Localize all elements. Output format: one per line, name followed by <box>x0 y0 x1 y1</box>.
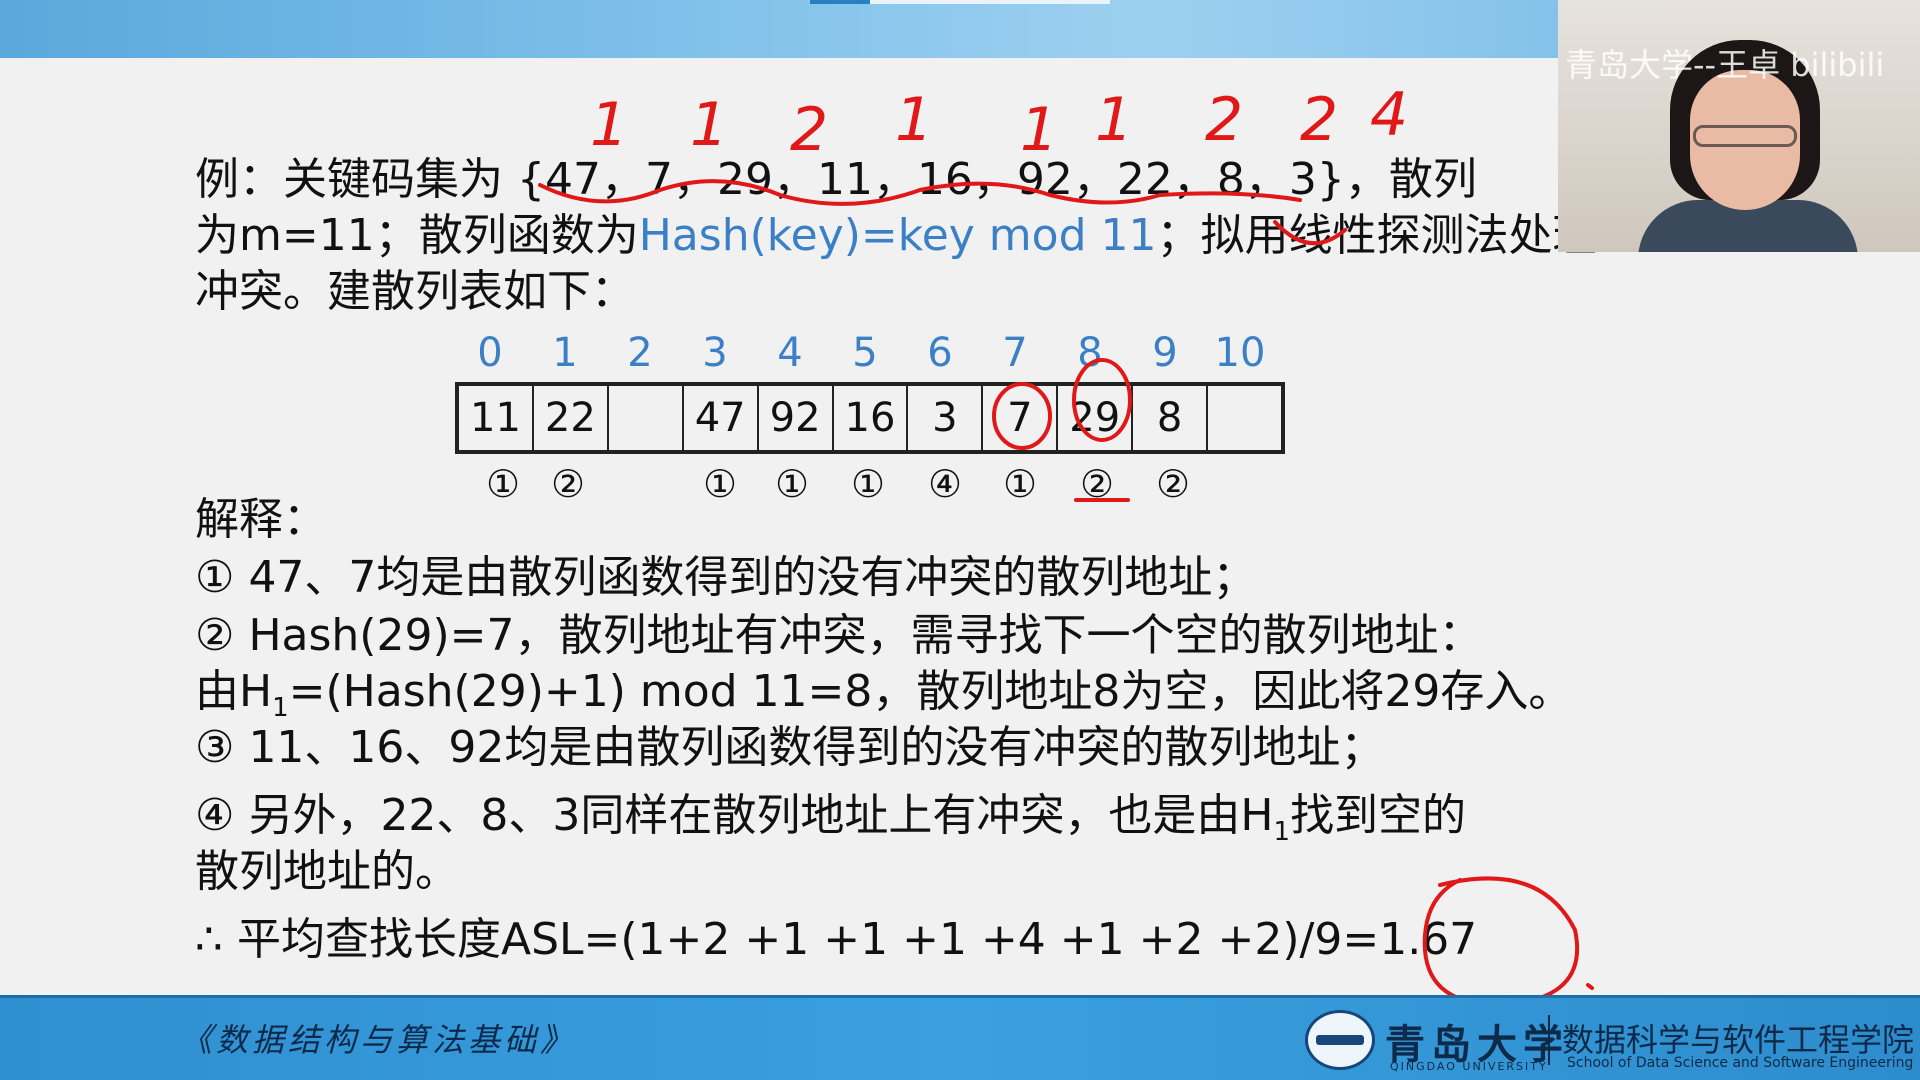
video-watermark: 青岛大学--王卓 bilibili <box>1565 46 1885 84</box>
course-title: 《数据结构与算法基础》 <box>180 1021 577 1059</box>
top-annotation-number: 4 <box>1370 80 1408 150</box>
top-annotation-number: 1 <box>1020 95 1058 165</box>
ink-dot <box>1586 983 1594 990</box>
webcam-overlay <box>1558 0 1920 252</box>
top-annotation-number: 2 <box>1205 85 1243 155</box>
top-annotation-number: 2 <box>790 95 828 165</box>
university-name-en: QINGDAO UNIVERSITY <box>1390 1060 1548 1073</box>
top-annotation-number: 1 <box>1095 85 1133 155</box>
strike-mark <box>1273 220 1347 246</box>
top-annotation-number: 1 <box>590 90 628 160</box>
wavy-underline <box>538 179 1302 206</box>
school-name-en: School of Data Science and Software Engi… <box>1567 1055 1914 1071</box>
top-annotation-number: 1 <box>690 90 728 160</box>
circle-cell-7 <box>992 382 1052 450</box>
circle-cell-29 <box>1072 358 1132 442</box>
presenter-glasses-icon <box>1693 125 1797 147</box>
circle-asl-result <box>1422 876 1580 1008</box>
university-logo-icon <box>1305 1010 1375 1070</box>
footer-divider <box>1548 1015 1550 1065</box>
top-annotation-number: 2 <box>1300 85 1338 155</box>
top-annotation-number: 1 <box>895 85 933 155</box>
